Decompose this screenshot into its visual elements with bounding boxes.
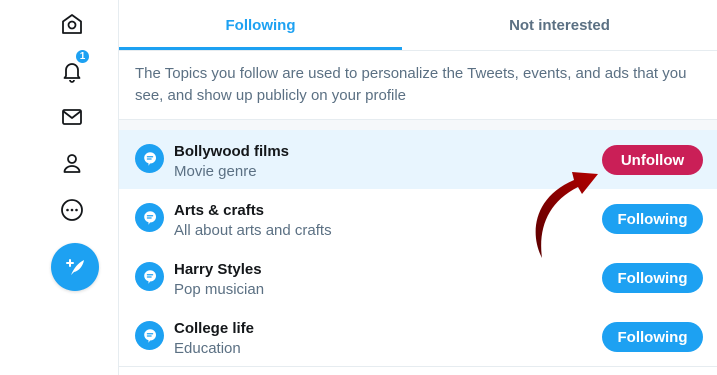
following-button[interactable]: Following <box>602 263 703 293</box>
home-icon[interactable] <box>57 9 87 39</box>
topic-subtitle: Education <box>174 340 241 357</box>
active-tab-indicator <box>119 47 402 50</box>
topics-panel: Following Not interested The Topics you … <box>119 0 717 375</box>
person-icon[interactable] <box>57 148 87 178</box>
section-divider <box>119 119 717 130</box>
topic-bubble-icon <box>135 144 164 173</box>
topic-row-bollywood-films[interactable]: Bollywood films Movie genre Unfollow <box>119 130 717 190</box>
topic-name: College life <box>174 320 255 337</box>
topic-subtitle: Movie genre <box>174 163 257 180</box>
topic-name: Bollywood films <box>174 143 290 160</box>
compose-tweet-icon <box>66 259 84 275</box>
following-button[interactable]: Following <box>602 322 703 352</box>
compose-tweet-button[interactable] <box>51 243 99 291</box>
topic-name: Arts & crafts <box>174 202 265 219</box>
tab-not-interested[interactable]: Not interested <box>402 0 717 50</box>
topic-bubble-icon <box>135 321 164 350</box>
topic-bubble-icon <box>135 203 164 232</box>
tab-following[interactable]: Following <box>119 0 402 50</box>
following-button[interactable]: Following <box>602 204 703 234</box>
topic-row-arts-crafts[interactable]: Arts & crafts All about arts and crafts … <box>119 189 717 249</box>
more-icon[interactable] <box>57 195 87 225</box>
unfollow-button[interactable]: Unfollow <box>602 145 703 175</box>
envelope-icon[interactable] <box>57 102 87 132</box>
topic-subtitle: Pop musician <box>174 281 265 298</box>
topic-bubble-icon <box>135 262 164 291</box>
topic-name: Harry Styles <box>174 261 262 278</box>
tab-bar: Following Not interested <box>119 0 717 51</box>
topics-description: The Topics you follow are used to person… <box>135 65 687 104</box>
topic-row-college-life[interactable]: College life Education Following <box>119 307 717 367</box>
notifications-badge: 1 <box>74 48 91 65</box>
topic-subtitle: All about arts and crafts <box>174 222 332 239</box>
topic-row-harry-styles[interactable]: Harry Styles Pop musician Following <box>119 248 717 308</box>
sidebar-nav: 1 <box>0 0 119 375</box>
